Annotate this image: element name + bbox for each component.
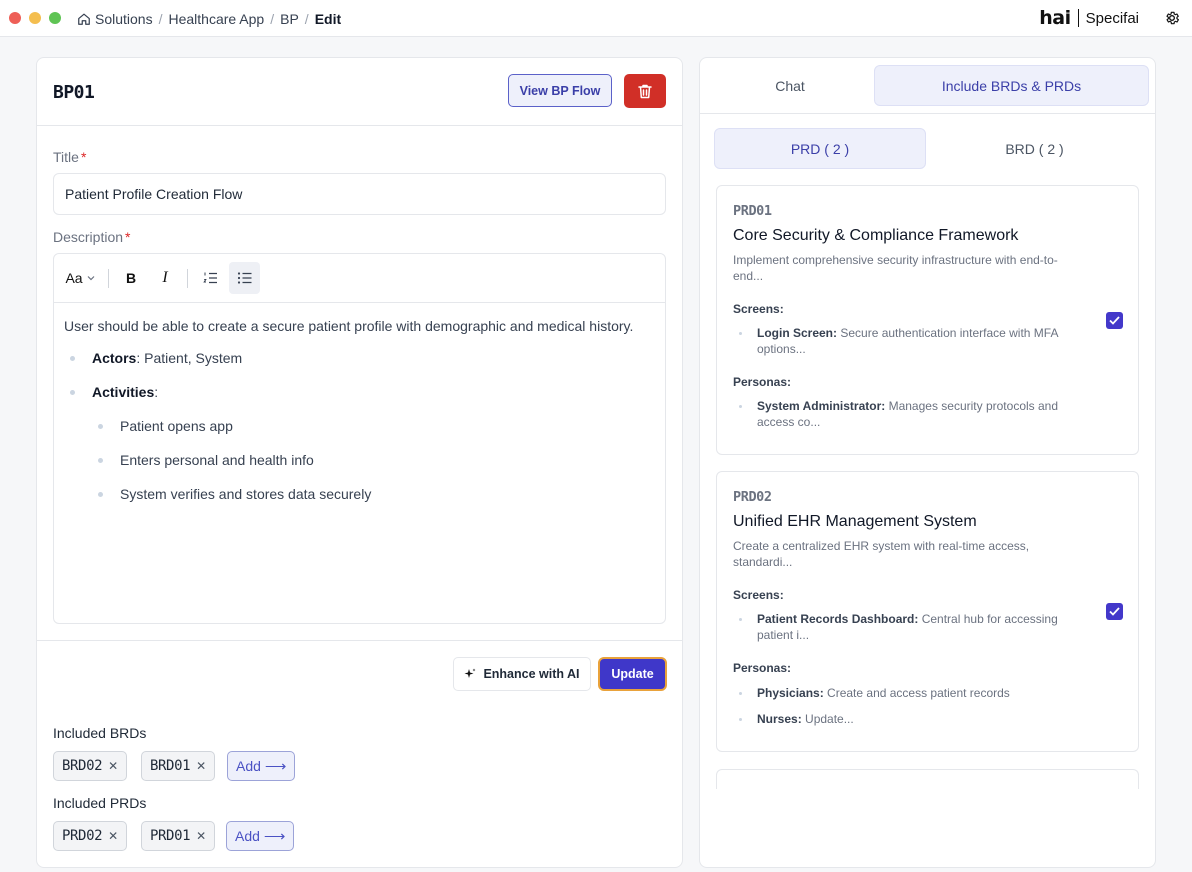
home-icon[interactable] — [77, 12, 91, 26]
title-input[interactable] — [53, 173, 666, 215]
prd-checkbox[interactable] — [1106, 312, 1123, 329]
remove-icon[interactable]: ✕ — [108, 759, 118, 773]
screens-label: Screens: — [733, 588, 784, 602]
personas-label: Personas: — [733, 375, 792, 389]
ordered-list-button[interactable] — [195, 262, 225, 294]
remove-icon[interactable]: ✕ — [108, 829, 118, 843]
view-bp-flow-button[interactable]: View BP Flow — [508, 74, 612, 107]
screens-label: Screens: — [733, 302, 784, 316]
arrow-right-icon: ⟶ — [263, 828, 286, 845]
gear-icon[interactable] — [1164, 10, 1180, 26]
delete-button[interactable] — [624, 74, 666, 108]
breadcrumb-separator: / — [158, 10, 163, 27]
brand-logo: hai Specifai — [1039, 7, 1139, 29]
editor-toolbar: Aa B I — [54, 254, 665, 303]
ordered-list-icon — [202, 272, 217, 284]
title-label: Title * — [53, 149, 87, 165]
persona-item: Physicians: Create and access patient re… — [739, 685, 1077, 701]
persona-item: Nurses: Update... — [739, 711, 1077, 727]
breadcrumb-bp[interactable]: BP — [280, 11, 299, 27]
toolbar-divider — [108, 269, 109, 288]
update-button[interactable]: Update — [598, 657, 667, 691]
breadcrumb: Solutions / Healthcare App / BP / Edit — [77, 10, 341, 27]
bp-editor-card: BP01 View BP Flow Title* Description* Aa… — [36, 57, 683, 868]
breadcrumb-separator: / — [304, 10, 309, 27]
breadcrumb-healthcare-app[interactable]: Healthcare App — [168, 11, 264, 27]
tab-chat[interactable]: Chat — [707, 65, 873, 106]
sparkle-icon — [464, 668, 476, 678]
actors-label: Actors — [92, 350, 137, 366]
prd-checkbox[interactable] — [1106, 603, 1123, 620]
prd-card[interactable] — [716, 769, 1139, 789]
editor-content[interactable]: User should be able to create a secure p… — [64, 317, 659, 511]
brand-hai-logo: hai — [1039, 7, 1071, 29]
bullet-list-button[interactable] — [229, 262, 260, 294]
remove-icon[interactable]: ✕ — [196, 829, 206, 843]
prd-description: Implement comprehensive security infrast… — [733, 253, 1058, 283]
list-item: System verifies and stores data securely — [64, 477, 659, 511]
trash-icon — [638, 84, 652, 98]
brd-chip: BRD01 ✕ — [141, 751, 215, 781]
included-brds-label: Included BRDs — [53, 725, 147, 741]
included-prds-label: Included PRDs — [53, 795, 147, 811]
tab-include-brds-prds[interactable]: Include BRDs & PRDs — [874, 65, 1149, 106]
prd-id: PRD01 — [733, 203, 772, 219]
italic-button[interactable]: I — [150, 262, 180, 294]
add-prd-button[interactable]: Add ⟶ — [226, 821, 295, 851]
breadcrumb-solutions[interactable]: Solutions — [95, 11, 153, 27]
brand-divider — [1077, 9, 1079, 27]
remove-icon[interactable]: ✕ — [196, 759, 206, 773]
include-docs-panel: Chat Include BRDs & PRDs PRD ( 2 ) BRD (… — [699, 57, 1156, 868]
description-list: Actors: Patient, System Activities: Pati… — [64, 341, 659, 511]
prd-id: PRD02 — [733, 489, 772, 505]
close-window-button[interactable] — [9, 12, 21, 24]
bp-header: BP01 View BP Flow — [37, 58, 682, 126]
minimize-window-button[interactable] — [29, 12, 41, 24]
actors-value: : Patient, System — [136, 350, 243, 366]
toolbar-divider — [187, 269, 188, 288]
font-size-dropdown[interactable]: Aa — [60, 262, 100, 294]
bold-icon: B — [125, 270, 137, 286]
arrow-right-icon: ⟶ — [264, 758, 287, 775]
prd-description: Create a centralized EHR system with rea… — [733, 539, 1030, 569]
breadcrumb-current: Edit — [314, 10, 342, 27]
list-item: Patient opens app — [64, 409, 659, 443]
prd-card[interactable]: PRD02 Unified EHR Management System Crea… — [716, 471, 1139, 752]
bp-id: BP01 — [53, 82, 95, 103]
list-item: Enters personal and health info — [64, 443, 659, 477]
prd-title: Unified EHR Management System — [733, 513, 977, 530]
prd-title: Core Security & Compliance Framework — [733, 227, 1019, 244]
prd-chip: PRD02 ✕ — [53, 821, 127, 851]
persona-item: System Administrator: Manages security p… — [739, 398, 1077, 430]
window-titlebar: Solutions / Healthcare App / BP / Edit h… — [0, 0, 1192, 37]
divider — [37, 640, 682, 641]
bold-button[interactable]: B — [116, 262, 146, 294]
add-brd-button[interactable]: Add ⟶ — [227, 751, 296, 781]
personas-label: Personas: — [733, 661, 792, 675]
description-editor[interactable]: Aa B I User should be able to create a s… — [53, 253, 666, 624]
italic-icon: I — [162, 269, 168, 286]
screen-item: Login Screen: Secure authentication inte… — [739, 325, 1077, 357]
chevron-down-icon — [87, 276, 94, 281]
brd-chip: BRD02 ✕ — [53, 751, 127, 781]
enhance-with-ai-button[interactable]: Enhance with AI — [453, 657, 591, 691]
prd-chip: PRD01 ✕ — [141, 821, 215, 851]
breadcrumb-separator: / — [270, 10, 275, 27]
list-item: Activities: — [64, 375, 659, 409]
check-icon — [1109, 316, 1120, 325]
panel-tabs: Chat Include BRDs & PRDs — [700, 58, 1155, 114]
activities-label: Activities — [92, 384, 155, 400]
screen-item: Patient Records Dashboard: Central hub f… — [739, 611, 1077, 643]
description-label: Description * — [53, 229, 131, 245]
maximize-window-button[interactable] — [49, 12, 61, 24]
list-item: Actors: Patient, System — [64, 341, 659, 375]
description-intro: User should be able to create a secure p… — [64, 318, 634, 334]
tab-prd[interactable]: PRD ( 2 ) — [714, 128, 926, 169]
check-icon — [1109, 607, 1120, 616]
prd-card[interactable]: PRD01 Core Security & Compliance Framewo… — [716, 185, 1139, 455]
brand-name: Specifai — [1085, 9, 1139, 27]
tab-brd[interactable]: BRD ( 2 ) — [928, 128, 1141, 169]
bullet-list-icon — [237, 272, 252, 284]
